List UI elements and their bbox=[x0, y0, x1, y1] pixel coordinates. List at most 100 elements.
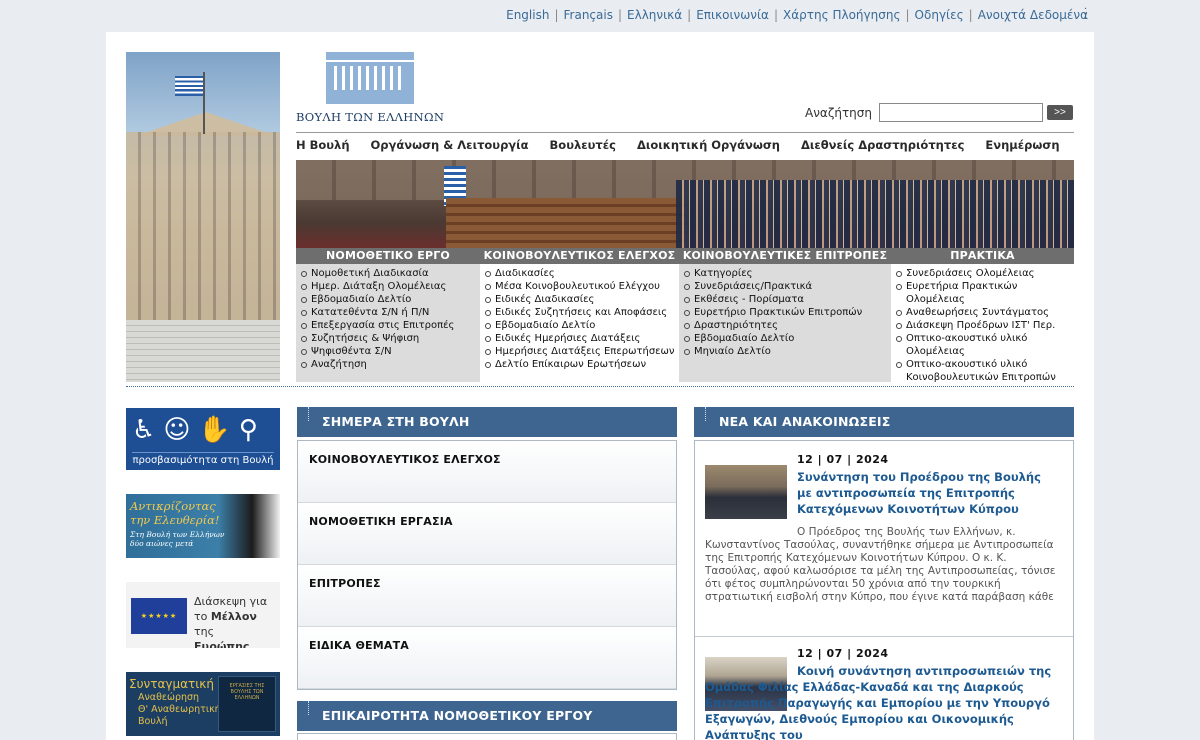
link-open-data[interactable]: Ανοιχτά Δεδομένα bbox=[978, 8, 1088, 22]
constitution-title: Συνταγματική bbox=[129, 677, 214, 691]
section-link[interactable]: Εβδομαδιαίο Δελτίο bbox=[681, 332, 891, 345]
section-link[interactable]: Οπτικο-ακουστικό υλικό Ολομέλειας bbox=[893, 332, 1074, 358]
section-link[interactable]: Μηνιαίο Δελτίο bbox=[681, 345, 891, 358]
accessibility-caption: προσβασιμότητα στη Βουλή bbox=[132, 452, 274, 466]
bills-panel-title: ΕΠΙΚΑΙΡΟΤΗΤΑ ΝΟΜΟΘΕΤΙΚΟΥ ΕΡΓΟΥ bbox=[297, 701, 677, 731]
accessibility-banner[interactable]: ♿ ☺ ✋ ⚲ προσβασιμότητα στη Βουλή bbox=[126, 408, 280, 470]
link-french[interactable]: Français bbox=[564, 8, 613, 22]
section-link[interactable]: Επεξεργασία στις Επιτροπές bbox=[298, 319, 480, 332]
search-button[interactable]: >> bbox=[1047, 105, 1073, 120]
section-link[interactable]: Ημερήσιες Διατάξεις Επερωτήσεων bbox=[482, 345, 679, 358]
section-minutes: ΠΡΑΚΤΙΚΑ Συνεδριάσεις Ολομέλειας Ευρετήρ… bbox=[891, 248, 1074, 384]
logo-text: ΒΟΥΛΗ ΤΩΝ ΕΛΛΗΝΩΝ bbox=[296, 110, 445, 124]
section-link[interactable]: Κατατεθέντα Σ/Ν ή Π/Ν bbox=[298, 306, 480, 319]
section-title[interactable]: ΝΟΜΟΘΕΤΙΚΟ ΕΡΓΟ bbox=[296, 248, 480, 264]
main-nav: Η Βουλή Οργάνωση & Λειτουργία Βουλευτές … bbox=[296, 138, 1081, 152]
blind-person-icon: ⚲ bbox=[238, 415, 258, 445]
section-link[interactable]: Ειδικές Ημερήσιες Διατάξεις bbox=[482, 332, 679, 345]
link-english[interactable]: English bbox=[506, 8, 549, 22]
section-link[interactable]: Οπτικο-ακουστικό υλικό Κοινοβουλευτικών … bbox=[893, 358, 1074, 384]
section-link[interactable]: Συνεδριάσεις/Πρακτικά bbox=[681, 280, 891, 293]
section-link[interactable]: Ευρετήρια Πρακτικών Ολομέλειας bbox=[893, 280, 1074, 306]
section-link[interactable]: Δραστηριότητες bbox=[681, 319, 891, 332]
news-item: 12 | 07 | 2024 Συνάντηση του Προέδρου τη… bbox=[695, 441, 1073, 637]
link-sitemap[interactable]: Χάρτης Πλοήγησης bbox=[783, 8, 900, 22]
news-title-link[interactable]: Κοινή συνάντηση αντιπροσωπειών της Ομάδα… bbox=[705, 663, 1061, 740]
section-link[interactable]: Εκθέσεις - Πορίσματα bbox=[681, 293, 891, 306]
search-label: Αναζήτηση bbox=[805, 106, 872, 120]
hearing-icon: ☺ bbox=[163, 415, 191, 445]
parliament-building-photo bbox=[126, 52, 280, 382]
news-thumbnail[interactable] bbox=[705, 465, 787, 519]
link-contact[interactable]: Επικοινωνία bbox=[696, 8, 769, 22]
section-parliamentary-control: ΚΟΙΝΟΒΟΥΛΕΥΤΙΚΟΣ ΕΛΕΓΧΟΣ Διαδικασίες Μέσ… bbox=[480, 248, 679, 382]
link-help[interactable]: Οδηγίες bbox=[915, 8, 964, 22]
sign-language-icon: ✋ bbox=[198, 415, 231, 445]
future-line2b: Μέλλον bbox=[210, 610, 257, 623]
section-link[interactable]: Ειδικές Διαδικασίες bbox=[482, 293, 679, 306]
section-link[interactable]: Ψηφισθέντα Σ/Ν bbox=[298, 345, 480, 358]
nav-parliament[interactable]: Η Βουλή bbox=[296, 138, 350, 152]
parliament-logo-icon bbox=[326, 52, 414, 104]
section-link[interactable]: Διαδικασίες bbox=[482, 267, 679, 280]
search-input[interactable] bbox=[879, 103, 1043, 122]
bills-panel bbox=[297, 733, 677, 740]
constitution-line4: Βουλή bbox=[138, 716, 168, 727]
future-line2c: της bbox=[194, 625, 215, 638]
freedom-banner[interactable]: Αντικρίζοντας την Ελευθερία! Στη Βουλή τω… bbox=[126, 494, 280, 558]
freedom-line1: Αντικρίζοντας bbox=[130, 499, 216, 513]
link-greek[interactable]: Ελληνικά bbox=[627, 8, 682, 22]
section-title[interactable]: ΚΟΙΝΟΒΟΥΛΕΥΤΙΚΟΣ ΕΛΕΓΧΟΣ bbox=[480, 248, 679, 264]
section-link[interactable]: Αναθεωρήσεις Συντάγματος bbox=[893, 306, 1074, 319]
section-link[interactable]: Εβδομαδιαίο Δελτίο bbox=[298, 293, 480, 306]
today-item[interactable]: ΕΠΙΤΡΟΠΕΣ bbox=[298, 565, 676, 627]
section-link[interactable]: Συνεδριάσεις Ολομέλειας bbox=[893, 267, 1074, 280]
constitution-banner[interactable]: Συνταγματική Αναθεώρηση Θ' Αναθεωρητική … bbox=[126, 672, 280, 736]
plenary-chamber-photo bbox=[296, 160, 1074, 248]
page-container: ΒΟΥΛΗ ΤΩΝ ΕΛΛΗΝΩΝ Αναζήτηση >> Η Βουλή Ο… bbox=[106, 32, 1094, 740]
nav-international[interactable]: Διεθνείς Δραστηριότητες bbox=[801, 138, 964, 152]
freedom-sub2: δύο αιώνες μετά bbox=[130, 539, 194, 548]
constitution-line3: Θ' Αναθεωρητική bbox=[138, 704, 221, 715]
section-link[interactable]: Κατηγορίες bbox=[681, 267, 891, 280]
section-link[interactable]: Ημερ. Διάταξη Ολομέλειας bbox=[298, 280, 480, 293]
section-legislative-work: ΝΟΜΟΘΕΤΙΚΟ ΕΡΓΟ Νομοθετική Διαδικασία Ημ… bbox=[296, 248, 480, 382]
section-link[interactable]: Δελτίο Επίκαιρων Ερωτήσεων bbox=[482, 358, 679, 371]
section-committees: ΚΟΙΝΟΒΟΥΛΕΥΤΙΚΕΣ ΕΠΙΤΡΟΠΕΣ Κατηγορίες Συ… bbox=[679, 248, 891, 382]
section-link[interactable]: Διάσκεψη Προέδρων ΙΣΤ' Περ. bbox=[893, 319, 1074, 332]
nav-members[interactable]: Βουλευτές bbox=[550, 138, 616, 152]
today-panel: ΚΟΙΝΟΒΟΥΛΕΥΤΙΚΟΣ ΕΛΕΓΧΟΣ ΝΟΜΟΘΕΤΙΚΗ ΕΡΓΑ… bbox=[297, 440, 677, 690]
today-item[interactable]: ΚΟΙΝΟΒΟΥΛΕΥΤΙΚΟΣ ΕΛΕΓΧΟΣ bbox=[298, 441, 676, 503]
future-line3: Ευρώπης bbox=[194, 640, 250, 648]
today-item[interactable]: ΕΙΔΙΚΑ ΘΕΜΑΤΑ bbox=[298, 627, 676, 689]
section-link[interactable]: Μέσα Κοινοβουλευτικού Ελέγχου bbox=[482, 280, 679, 293]
section-link[interactable]: Συζητήσεις & Ψήφιση bbox=[298, 332, 480, 345]
dotted-divider bbox=[126, 386, 1074, 387]
utility-links: English | Français | Ελληνικά | Επικοινωνία | Χά… bbox=[506, 8, 1088, 22]
news-summary: Ο Πρόεδρος της Βουλής των Ελλήνων, κ. Κω… bbox=[705, 526, 1056, 603]
news-title-link[interactable]: Συνάντηση του Προέδρου της Βουλής με αντ… bbox=[797, 469, 1059, 517]
eu-flag-icon: ★★★★★ bbox=[131, 598, 187, 634]
parliament-logo[interactable]: ΒΟΥΛΗ ΤΩΝ ΕΛΛΗΝΩΝ bbox=[296, 52, 446, 127]
news-panel-title: ΝΕΑ ΚΑΙ ΑΝΑΚΟΙΝΩΣΕΙΣ bbox=[694, 407, 1074, 437]
future-of-europe-banner[interactable]: ★★★★★ Διάσκεψη για το Μέλλον της Ευρώπης bbox=[126, 582, 280, 648]
nav-organization[interactable]: Οργάνωση & Λειτουργία bbox=[371, 138, 529, 152]
section-title[interactable]: ΠΡΑΚΤΙΚΑ bbox=[891, 248, 1074, 264]
more-dots-icon[interactable]: · · · bbox=[1084, 5, 1090, 25]
news-panel: 12 | 07 | 2024 Συνάντηση του Προέδρου τη… bbox=[694, 440, 1074, 740]
nav-news[interactable]: Ενημέρωση bbox=[985, 138, 1059, 152]
today-item[interactable]: ΝΟΜΟΘΕΤΙΚΗ ΕΡΓΑΣΙΑ bbox=[298, 503, 676, 565]
section-link[interactable]: Ειδικές Συζητήσεις και Αποφάσεις bbox=[482, 306, 679, 319]
constitution-line2: Αναθεώρηση bbox=[138, 692, 200, 703]
section-link[interactable]: Αναζήτηση bbox=[298, 358, 480, 371]
section-link[interactable]: Εβδομαδιαίο Δελτίο bbox=[482, 319, 679, 332]
section-link[interactable]: Ευρετήριο Πρακτικών Επιτροπών bbox=[681, 306, 891, 319]
nav-administration[interactable]: Διοικητική Οργάνωση bbox=[637, 138, 780, 152]
section-title[interactable]: ΚΟΙΝΟΒΟΥΛΕΥΤΙΚΕΣ ΕΠΙΤΡΟΠΕΣ bbox=[679, 248, 891, 264]
freedom-line2: την Ελευθερία! bbox=[130, 513, 220, 527]
future-line1: Διάσκεψη για bbox=[194, 595, 268, 608]
section-link[interactable]: Νομοθετική Διαδικασία bbox=[298, 267, 480, 280]
book-cover: ΕΡΓΑΣΙΕΣ ΤΗΣ ΒΟΥΛΗΣ ΤΩΝ ΕΛΛΗΝΩΝ bbox=[218, 676, 276, 732]
header-divider bbox=[296, 132, 1074, 133]
news-date: 12 | 07 | 2024 bbox=[797, 647, 889, 660]
